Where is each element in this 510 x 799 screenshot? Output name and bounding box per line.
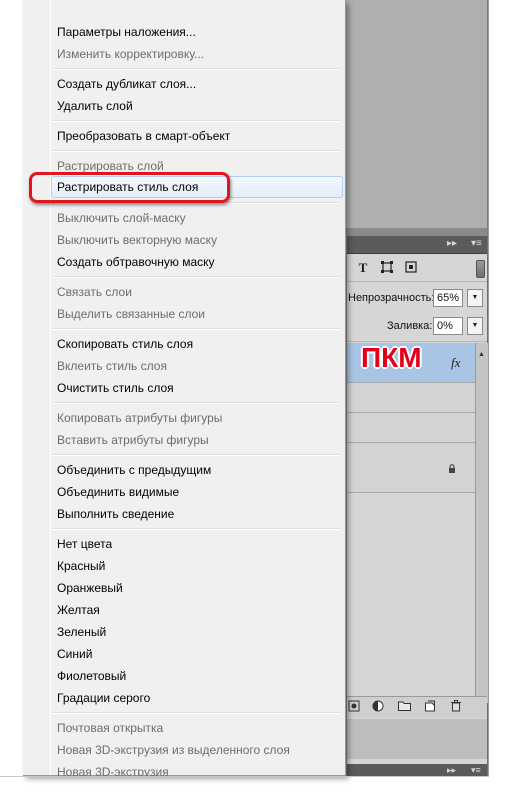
layers-empty-area: [347, 493, 475, 703]
right-click-annotation: ПКМ: [361, 342, 422, 373]
menu-item-select-linked-layers: Выделить связанные слои: [57, 307, 206, 321]
menu-item-disable-layer-mask: Выключить слой-маску: [57, 211, 186, 225]
layer-row[interactable]: [347, 383, 475, 413]
layer-row-background[interactable]: [347, 443, 475, 493]
menu-item-create-clipping-mask[interactable]: Создать обтравочную маску: [57, 251, 337, 273]
menu-separator: [53, 120, 341, 122]
menu-item-color-red[interactable]: Красный: [57, 555, 337, 577]
shape-filter-icon[interactable]: [379, 260, 395, 276]
layer-filter-row: T: [347, 256, 487, 282]
smart-object-filter-icon[interactable]: [403, 260, 419, 276]
collapse-panel-icon[interactable]: ▸▸: [447, 764, 456, 776]
menu-item-disable-vector-mask: Выключить векторную маску: [57, 233, 218, 247]
menu-item-delete-layer[interactable]: Удалить слой: [57, 95, 337, 117]
adjustment-layer-icon[interactable]: [371, 700, 385, 714]
menu-separator: [53, 276, 341, 278]
menu-separator: [53, 712, 341, 714]
menu-separator: [53, 150, 341, 152]
menu-item-edit-adjustment: Изменить корректировку...: [57, 47, 205, 61]
menu-item-convert-to-smart-object[interactable]: Преобразовать в смарт-объект: [57, 125, 337, 147]
menu-item-copy-layer-style[interactable]: Скопировать стиль слоя: [57, 333, 337, 355]
scroll-up-arrow-icon[interactable]: ▲: [478, 351, 485, 358]
annotation-highlight-outline: [29, 172, 230, 203]
menu-item-color-violet[interactable]: Фиолетовый: [57, 665, 337, 687]
menu-item-paste-layer-style: Вклеить стиль слоя: [57, 359, 167, 373]
menu-item-3d-extrusion-from-selected-layer: Новая 3D-экструзия из выделенного слоя: [57, 743, 290, 757]
fill-input[interactable]: 0%: [433, 317, 463, 335]
fill-row: Заливка: 0% ▼: [347, 314, 487, 342]
layers-bottom-toolbar: [347, 696, 487, 718]
menu-item-copy-shape-attributes: Копировать атрибуты фигуры: [57, 411, 223, 425]
menu-item-link-layers: Связать слои: [57, 285, 132, 299]
opacity-input[interactable]: 65%: [433, 289, 463, 307]
menu-item-color-orange[interactable]: Оранжевый: [57, 577, 337, 599]
menu-separator: [53, 328, 341, 330]
fill-dropdown-icon[interactable]: ▼: [467, 317, 483, 335]
menu-separator: [53, 402, 341, 404]
menu-item-color-blue[interactable]: Синий: [57, 643, 337, 665]
layer-row[interactable]: [347, 413, 475, 443]
panel-dock-gap: [347, 719, 487, 759]
opacity-label: Непрозрачность:: [348, 292, 435, 304]
layers-scrollbar[interactable]: ▲: [475, 343, 488, 703]
layer-mask-icon[interactable]: [347, 700, 361, 714]
layer-context-menu: Параметры наложения... Изменить корректи…: [23, 0, 346, 776]
panel-menu-icon[interactable]: ▾≡: [471, 764, 481, 776]
opacity-row: Непрозрачность: 65% ▼: [347, 286, 487, 312]
menu-item-color-green[interactable]: Зеленый: [57, 621, 337, 643]
menu-item-color-gray[interactable]: Градации серого: [57, 687, 337, 709]
workspace-strip: [346, 228, 487, 236]
delete-layer-trash-icon[interactable]: [449, 700, 463, 714]
type-filter-icon[interactable]: T: [355, 260, 371, 276]
collapse-panel-icon[interactable]: ▸▸: [447, 238, 457, 250]
menu-item-blending-options[interactable]: Параметры наложения...: [57, 21, 337, 43]
menu-item-color-yellow[interactable]: Желтая: [57, 599, 337, 621]
menu-item-color-none[interactable]: Нет цвета: [57, 533, 337, 555]
lower-panel-header: ▸▸ ▾≡: [347, 764, 487, 776]
menu-item-clear-layer-style[interactable]: Очистить стиль слоя: [57, 377, 337, 399]
menu-icon-gutter: [50, 0, 51, 775]
window-right-border: [488, 0, 489, 776]
layers-panel-header: ▸▸ ▾≡: [347, 236, 487, 254]
menu-separator: [53, 68, 341, 70]
menu-item-flatten-image[interactable]: Выполнить сведение: [57, 503, 337, 525]
lock-icon: [447, 461, 457, 473]
fx-icon[interactable]: fx: [451, 355, 460, 371]
menu-item-postcard: Почтовая открытка: [57, 721, 164, 735]
menu-item-merge-visible[interactable]: Объединить видимые: [57, 481, 337, 503]
fill-label: Заливка:: [387, 320, 433, 332]
menu-separator: [53, 528, 341, 530]
layers-panel: ▸▸ ▾≡ T Непрозрачность: 65% ▼ Заливка: 0…: [346, 236, 488, 776]
filter-toggle-switch[interactable]: [476, 260, 485, 278]
menu-item-paste-shape-attributes: Вставить атрибуты фигуры: [57, 433, 209, 447]
menu-separator: [53, 454, 341, 456]
canvas-workspace: [346, 0, 488, 236]
window-bottom-border: [0, 776, 489, 777]
panel-menu-icon[interactable]: ▾≡: [471, 238, 482, 250]
menu-item-new-3d-extrusion: Новая 3D-экструзия: [57, 765, 169, 776]
new-layer-icon[interactable]: [423, 700, 437, 714]
new-group-folder-icon[interactable]: [397, 700, 411, 714]
screenshot-stage: ▸▸ ▾≡ T Непрозрачность: 65% ▼ Заливка: 0…: [0, 0, 510, 799]
opacity-dropdown-icon[interactable]: ▼: [467, 289, 483, 307]
menu-item-duplicate-layer[interactable]: Создать дубликат слоя...: [57, 73, 337, 95]
menu-item-merge-down[interactable]: Объединить с предыдущим: [57, 459, 337, 481]
